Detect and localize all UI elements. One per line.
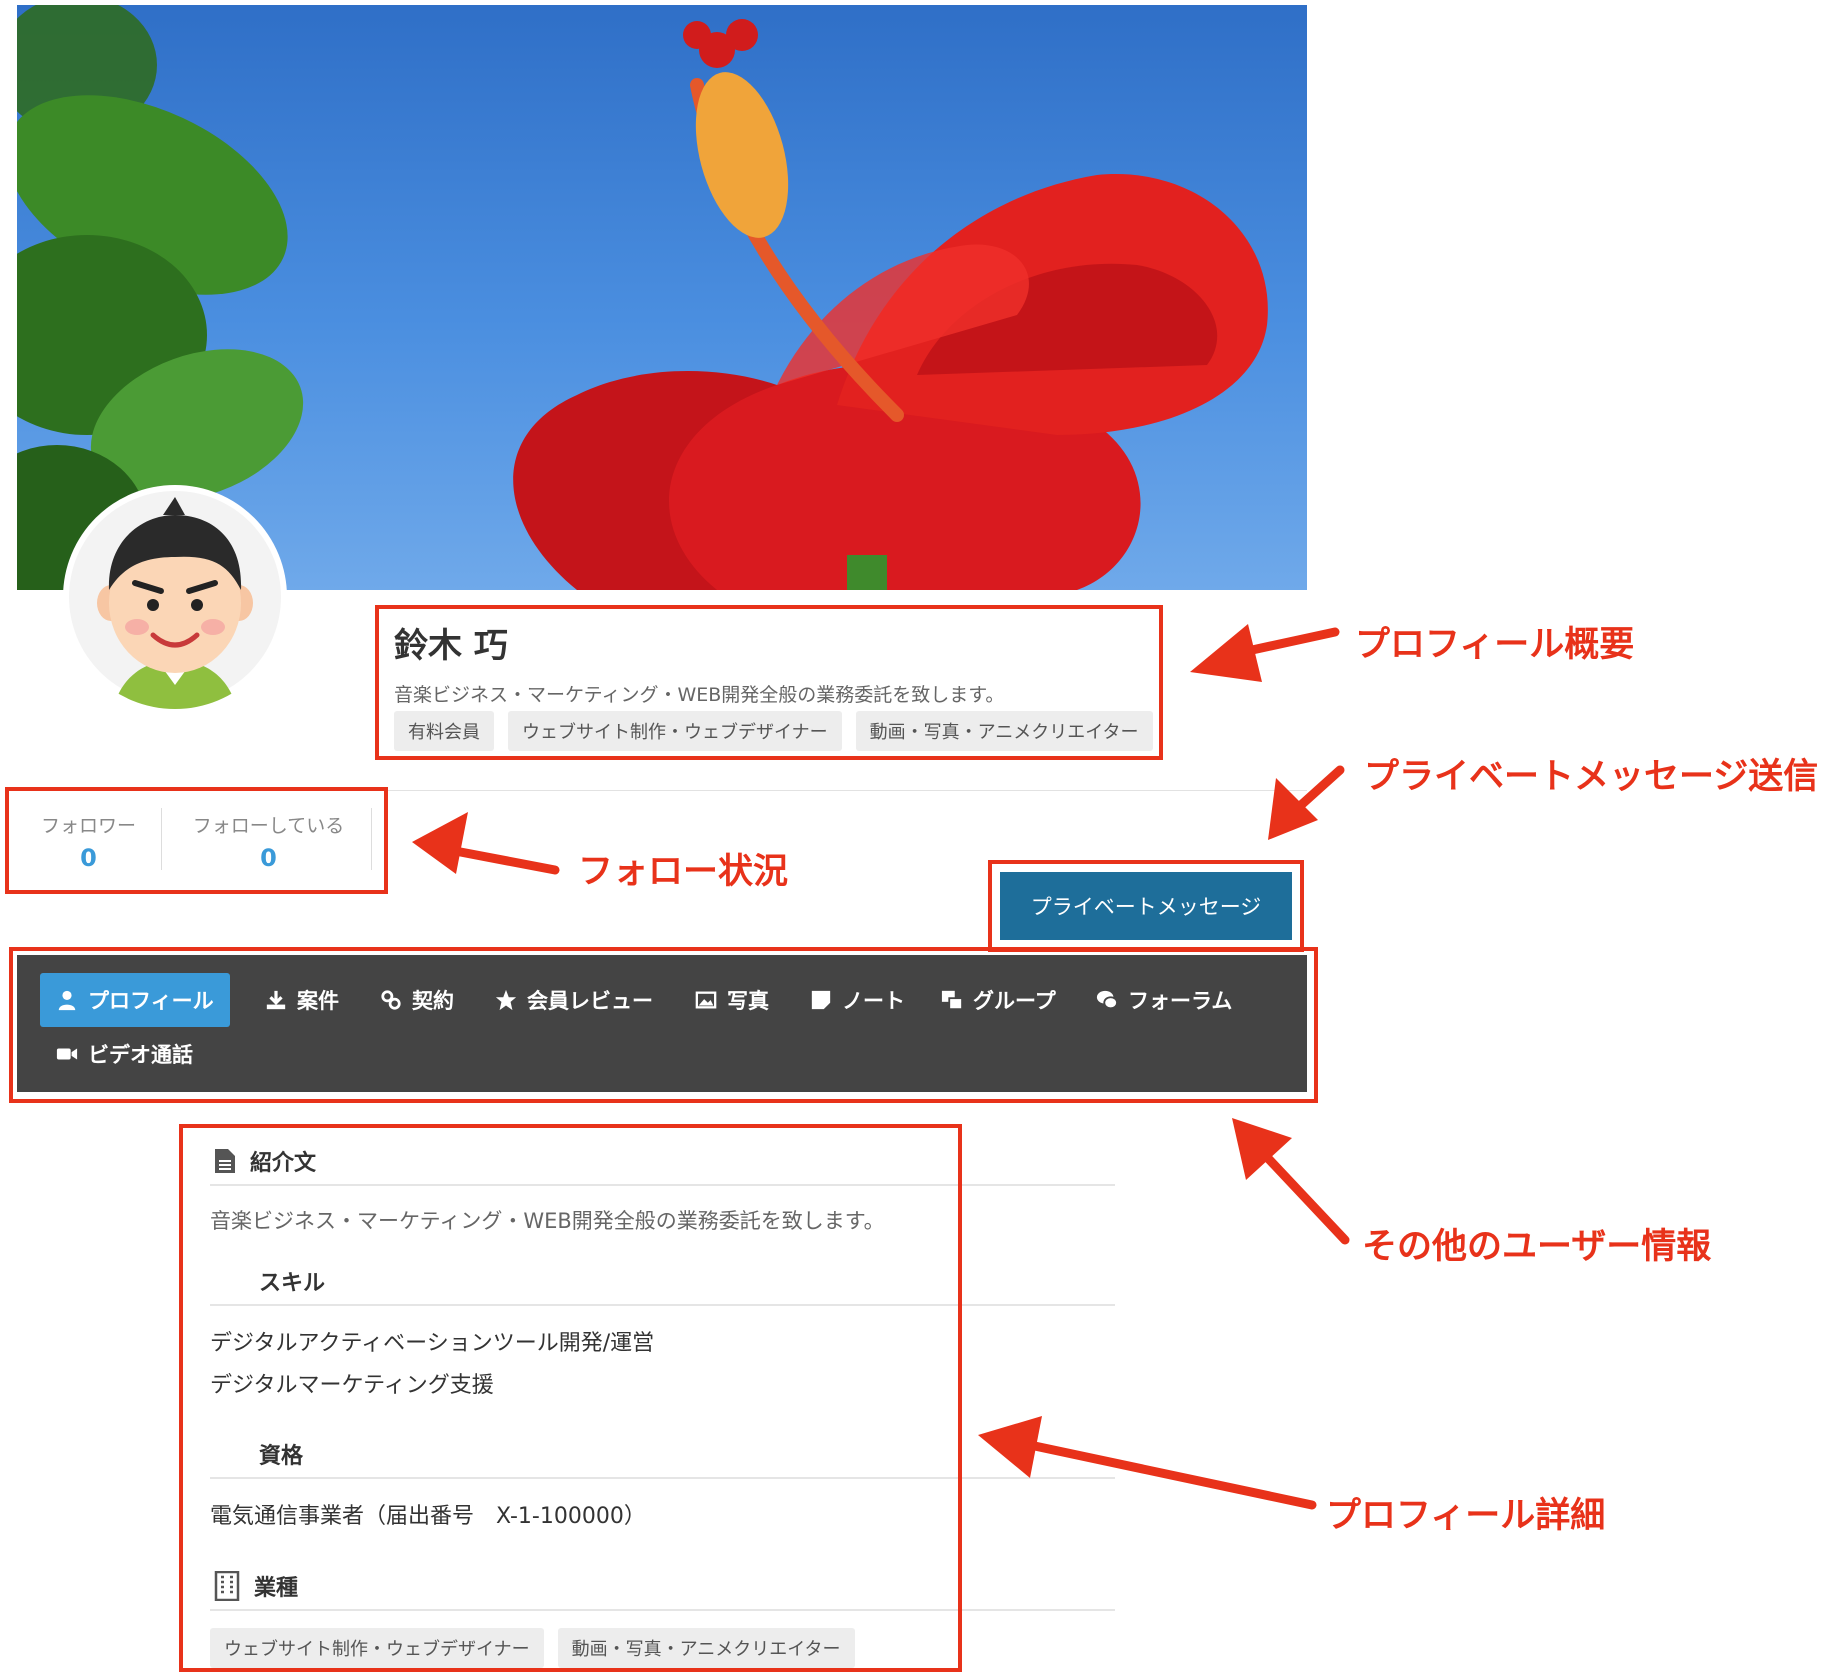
annotation-arrows — [412, 624, 1350, 1510]
